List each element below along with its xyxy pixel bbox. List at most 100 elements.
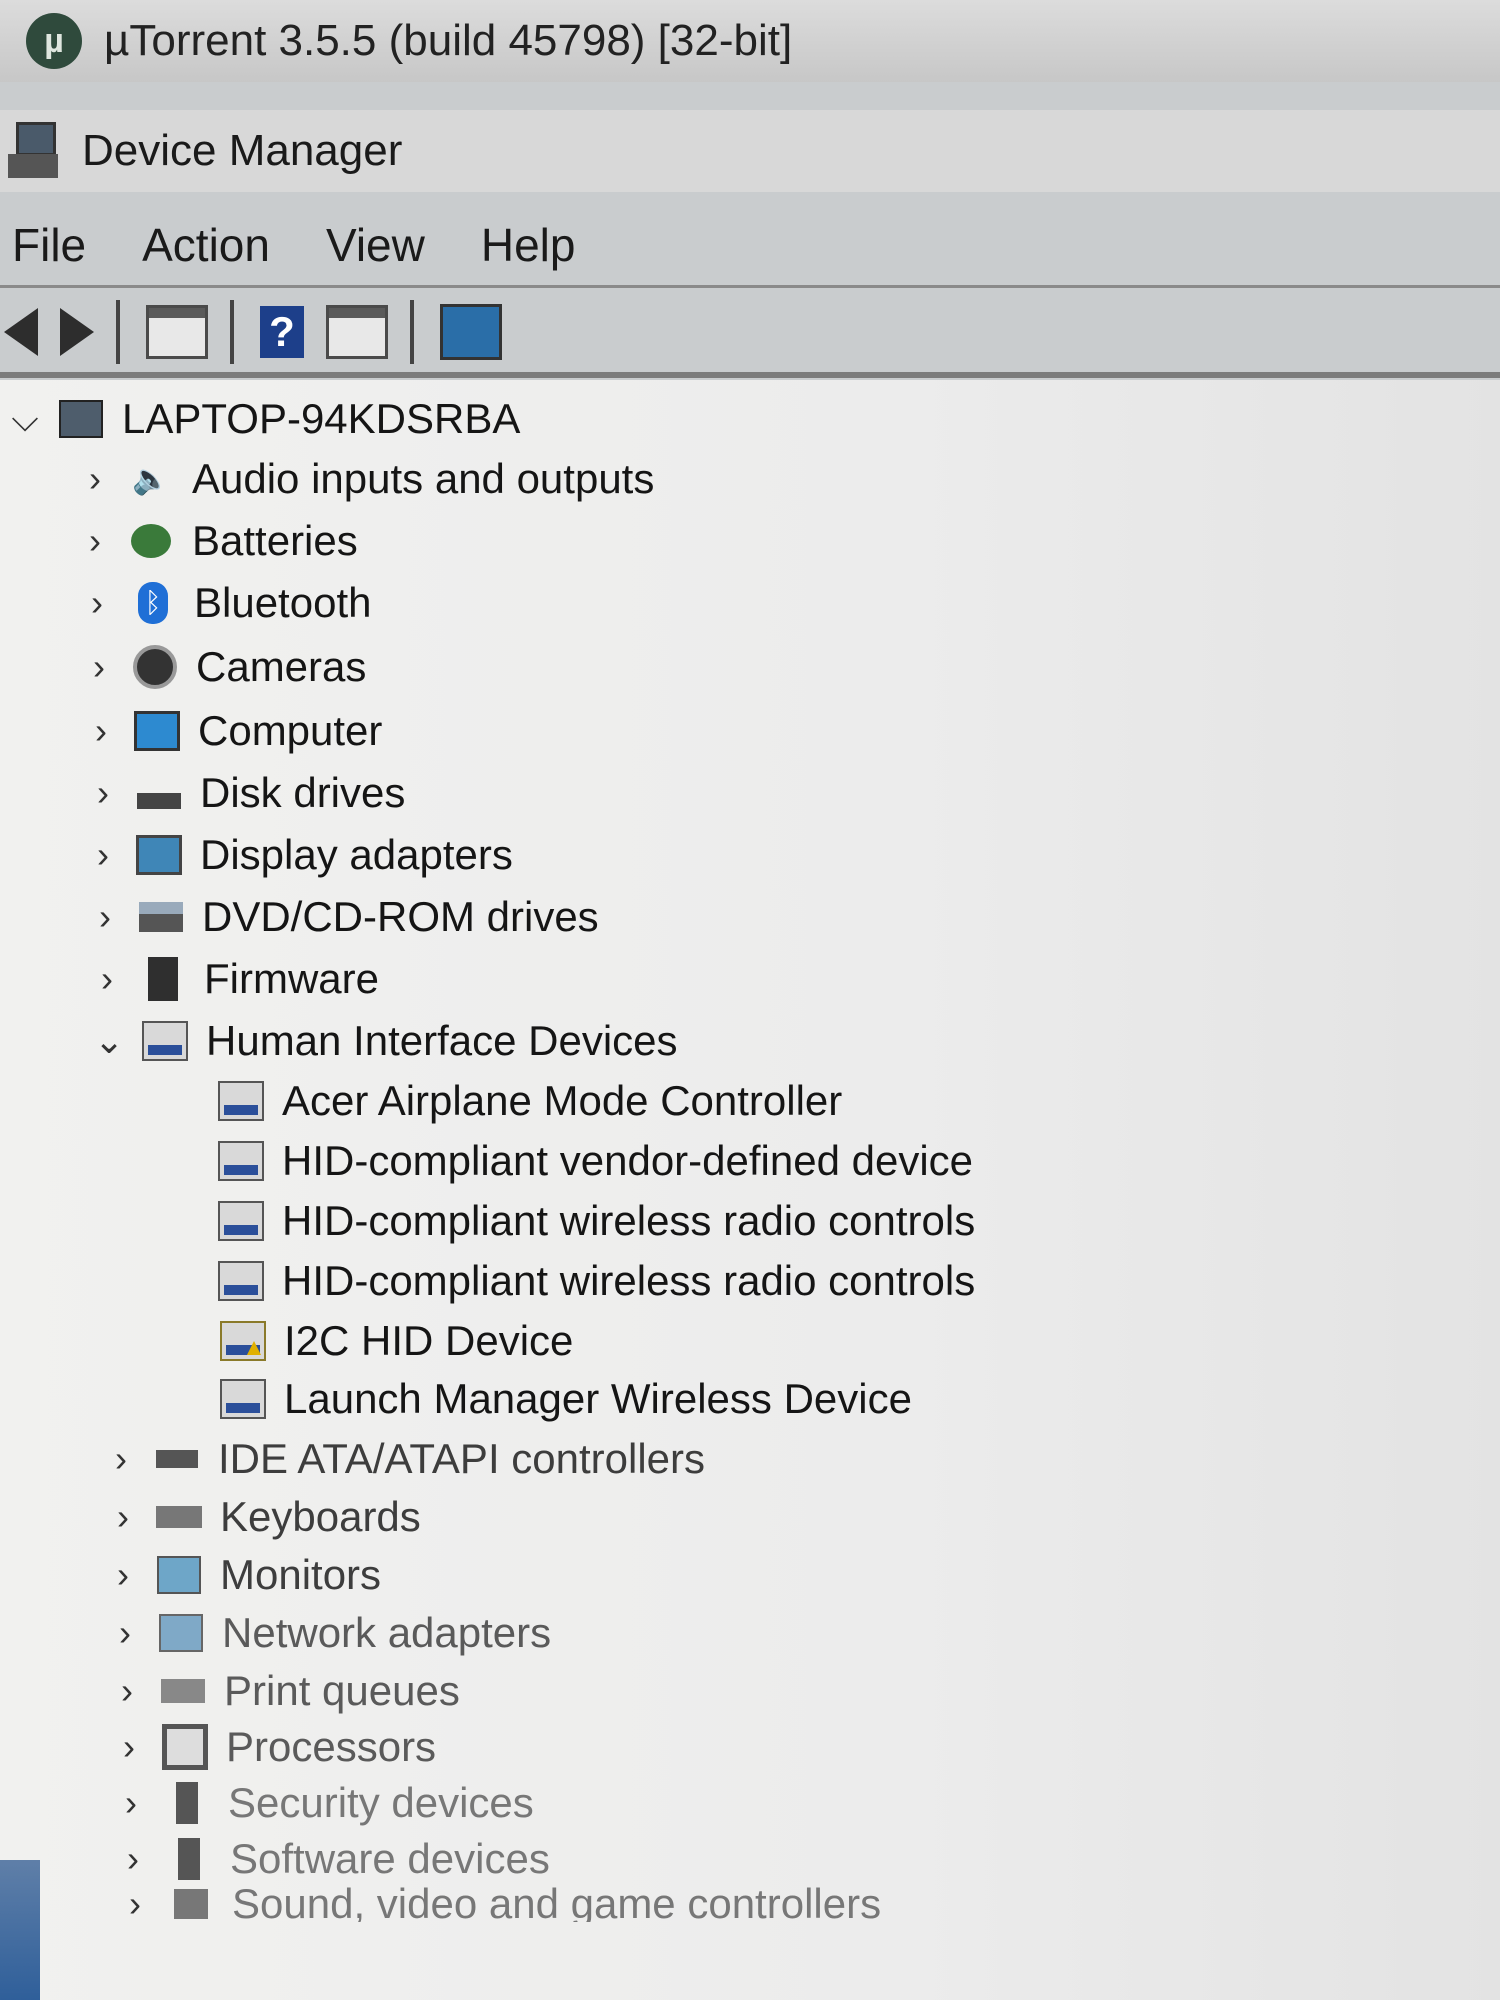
menu-view[interactable]: View xyxy=(326,218,425,272)
tree-child-item[interactable]: HID-compliant wireless radio controls xyxy=(200,1254,975,1308)
expand-chevron-icon[interactable]: › xyxy=(86,710,116,752)
tree-child-item[interactable]: HID-compliant wireless radio controls xyxy=(200,1194,975,1248)
tree-child-item[interactable]: Acer Airplane Mode Controller xyxy=(200,1074,842,1128)
expand-chevron-icon[interactable]: › xyxy=(88,834,118,876)
tree-item[interactable]: › Cameras xyxy=(84,640,366,694)
tree-item-label: Keyboards xyxy=(220,1493,421,1540)
scan-hardware-button[interactable] xyxy=(440,304,502,360)
expand-chevron-icon[interactable]: › xyxy=(110,1612,140,1654)
tree-root-label: LAPTOP-94KDSRBA xyxy=(122,395,521,442)
utorrent-title: µTorrent 3.5.5 (build 45798) [32-bit] xyxy=(104,16,793,65)
tree-item-label: Display adapters xyxy=(200,831,513,878)
bluetooth-icon: ᛒ xyxy=(130,582,176,624)
tree-item[interactable]: › Batteries xyxy=(80,514,358,568)
back-arrow-icon xyxy=(4,308,38,356)
update-driver-icon xyxy=(326,305,388,359)
expand-chevron-icon[interactable]: › xyxy=(92,958,122,1000)
tree-child-label: Launch Manager Wireless Device xyxy=(284,1375,912,1422)
computer-root-icon xyxy=(58,398,104,440)
tree-item-label: Disk drives xyxy=(200,769,406,816)
tree-item-label: Monitors xyxy=(220,1551,382,1598)
hid-device-icon xyxy=(218,1080,264,1122)
tree-item[interactable]: › Firmware xyxy=(92,952,379,1006)
tree-child-label: I2C HID Device xyxy=(284,1317,574,1364)
expand-chevron-icon[interactable]: › xyxy=(108,1554,138,1596)
speaker-icon: 🔈 xyxy=(132,462,170,496)
tree-item-label: Network adapters xyxy=(222,1609,552,1656)
expand-chevron-icon[interactable]: › xyxy=(106,1438,136,1480)
window-title: Device Manager xyxy=(82,126,403,175)
tree-item[interactable]: › Network adapters xyxy=(110,1606,551,1660)
toolbar-separator xyxy=(230,300,234,364)
tree-item[interactable]: › Security devices xyxy=(116,1776,534,1830)
tree-child-item[interactable]: HID-compliant vendor-defined device xyxy=(200,1134,973,1188)
tree-item-label: Computer xyxy=(198,707,383,754)
expand-chevron-icon[interactable]: › xyxy=(80,458,110,500)
tree-item-label: IDE ATA/ATAPI controllers xyxy=(218,1435,706,1482)
tree-root[interactable]: ⌵ LAPTOP-94KDSRBA xyxy=(10,392,520,446)
help-button[interactable]: ? xyxy=(260,304,304,360)
battery-icon xyxy=(128,520,174,562)
expand-chevron-icon[interactable]: › xyxy=(112,1670,142,1712)
expand-chevron-icon[interactable]: › xyxy=(120,1886,150,1922)
tree-item[interactable]: › Sound, video and game controllers xyxy=(120,1886,881,1922)
tree-item-label: Software devices xyxy=(230,1835,550,1882)
tree-item[interactable]: › Monitors xyxy=(108,1548,381,1602)
update-driver-button[interactable] xyxy=(326,304,388,360)
tree-item[interactable]: › 🔈 Audio inputs and outputs xyxy=(80,452,654,506)
back-button[interactable] xyxy=(0,304,38,360)
tree-child-item[interactable]: Launch Manager Wireless Device xyxy=(202,1372,912,1426)
properties-button[interactable] xyxy=(146,304,208,360)
hid-device-icon xyxy=(218,1200,264,1242)
collapse-chevron-icon[interactable]: ⌄ xyxy=(94,1020,124,1062)
expand-chevron-icon[interactable]: › xyxy=(80,520,110,562)
camera-icon xyxy=(132,645,178,689)
firmware-icon xyxy=(140,957,186,1001)
computer-icon xyxy=(134,710,180,752)
expand-chevron-icon[interactable]: › xyxy=(90,896,120,938)
tree-child-item[interactable]: ▲ I2C HID Device xyxy=(202,1314,573,1368)
tree-item[interactable]: › Computer xyxy=(86,704,382,758)
scan-hardware-icon xyxy=(440,304,502,360)
expand-chevron-icon[interactable]: › xyxy=(108,1496,138,1538)
menu-help[interactable]: Help xyxy=(481,218,576,272)
utorrent-titlebar: µ µTorrent 3.5.5 (build 45798) [32-bit] xyxy=(0,0,1500,82)
tree-item[interactable]: › Processors xyxy=(114,1720,436,1774)
expand-chevron-icon[interactable]: › xyxy=(118,1838,148,1880)
tree-item[interactable]: › ᛒ Bluetooth xyxy=(82,576,371,630)
software-device-icon xyxy=(166,1838,212,1880)
menu-file[interactable]: File xyxy=(12,218,86,272)
tree-item[interactable]: › Print queues xyxy=(112,1664,460,1718)
ide-controller-icon xyxy=(154,1438,200,1480)
tree-item[interactable]: › DVD/CD-ROM drives xyxy=(90,890,599,944)
tree-item-label: Sound, video and game controllers xyxy=(232,1886,882,1922)
expand-chevron-icon[interactable]: › xyxy=(114,1726,144,1768)
tree-item[interactable]: › IDE ATA/ATAPI controllers xyxy=(106,1432,705,1486)
tree-item[interactable]: › Disk drives xyxy=(88,766,405,820)
expand-chevron-icon[interactable]: › xyxy=(82,582,112,624)
tree-item[interactable]: › Display adapters xyxy=(88,828,513,882)
device-manager-icon xyxy=(8,122,58,180)
expand-chevron-icon[interactable]: › xyxy=(84,646,114,688)
tree-item-label: Bluetooth xyxy=(194,579,372,626)
menu-action[interactable]: Action xyxy=(142,218,270,272)
tree-child-label: HID-compliant wireless radio controls xyxy=(282,1257,976,1304)
tree-item-label: Audio inputs and outputs xyxy=(192,455,655,502)
toolbar-separator xyxy=(116,300,120,364)
toolbar-separator xyxy=(410,300,414,364)
expand-chevron-icon[interactable]: › xyxy=(116,1782,146,1824)
tree-item-label: Human Interface Devices xyxy=(206,1017,678,1064)
tree-item-label: DVD/CD-ROM drives xyxy=(202,893,599,940)
sound-controller-icon xyxy=(168,1886,214,1922)
tree-item-expanded[interactable]: ⌄ Human Interface Devices xyxy=(94,1014,678,1068)
tree-item[interactable]: › Keyboards xyxy=(108,1490,421,1544)
collapse-chevron-icon[interactable]: ⌵ xyxy=(10,398,40,441)
expand-chevron-icon[interactable]: › xyxy=(88,772,118,814)
printer-icon xyxy=(160,1670,206,1712)
menu-bar: File Action View Help xyxy=(0,205,1500,288)
tree-item[interactable]: › Software devices xyxy=(118,1832,550,1886)
tree-child-label: HID-compliant vendor-defined device xyxy=(282,1137,974,1184)
properties-icon xyxy=(146,305,208,359)
forward-button[interactable] xyxy=(60,304,94,360)
tree-item-label: Processors xyxy=(226,1723,437,1770)
